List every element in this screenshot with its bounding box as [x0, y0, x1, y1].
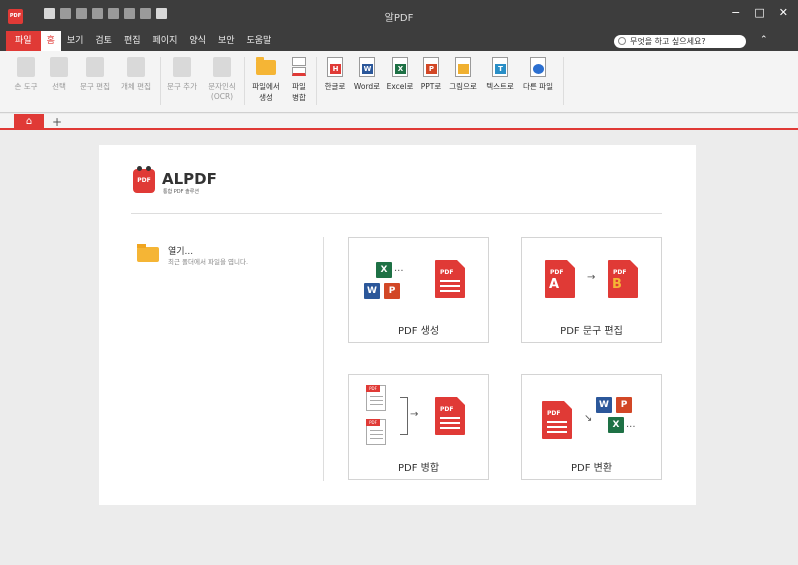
add-text-button[interactable]: 문구 추가: [164, 57, 200, 92]
hand-icon: [17, 57, 35, 77]
text-file-icon: T: [492, 57, 508, 77]
search-icon: [618, 37, 626, 45]
pdf-convert-label: PDF 변환: [570, 463, 613, 474]
pdf-convert-tile[interactable]: PDF ↘ W P X ... PDF 변환: [521, 374, 662, 480]
pdf-text-edit-tile[interactable]: PDF A → PDF B PDF 문구 편집: [521, 237, 662, 343]
convert-to-word-button[interactable]: W Word로: [351, 57, 383, 92]
pdf-create-label: PDF 생성: [397, 326, 440, 337]
pdf-merge-label: PDF 병합: [397, 463, 440, 474]
pdf-file-icon: PDF A: [545, 260, 575, 298]
divider: [131, 213, 662, 214]
start-page: PDF ALPDF 통합 PDF 솔루션 열기... 최근 폴더에서 파일을 엽…: [99, 145, 696, 505]
menu-edit[interactable]: 편집: [118, 31, 147, 51]
open-file-link[interactable]: 열기... 최근 폴더에서 파일을 엽니다.: [135, 241, 305, 271]
search-input[interactable]: 무엇을 하고 싶으세요?: [614, 35, 746, 48]
ribbon-toolbar: 손 도구 선택 문구 편집 개체 편집 문구 추가 문자인식 (OCR) 파일에…: [0, 51, 798, 113]
arrow-down-right-icon: ↘: [584, 413, 593, 424]
add-text-icon: [173, 57, 191, 77]
word-file-icon: W: [359, 57, 375, 77]
arrow-right-icon: →: [587, 272, 596, 283]
other-file-icon: [530, 57, 546, 77]
menu-home[interactable]: 홈: [40, 31, 61, 51]
pdf-file-icon: PDF: [542, 401, 572, 439]
minimize-button[interactable]: −: [731, 6, 740, 19]
alpdf-logo-icon: PDF: [133, 166, 155, 193]
select-button[interactable]: 선택: [48, 57, 70, 92]
powerpoint-icon: P: [616, 397, 632, 413]
collapse-ribbon-button[interactable]: ⌃: [760, 35, 768, 45]
search-placeholder: 무엇을 하고 싶으세요?: [630, 37, 706, 46]
object-edit-icon: [127, 57, 145, 77]
convert-to-hangul-button[interactable]: H 한글로: [320, 57, 350, 92]
pdf-merge-tile[interactable]: PDF PDF → PDF PDF 병합: [348, 374, 489, 480]
document-tab-strip: ⌂ +: [0, 114, 798, 130]
menu-bar: 파일 홈 보기 검토 편집 페이지 양식 보안 도움말 무엇을 하고 싶으세요?…: [0, 31, 798, 51]
convert-to-text-button[interactable]: T 텍스트로: [482, 57, 518, 92]
title-bar: PDF 알PDF − □ ✕: [0, 0, 798, 31]
menu-page[interactable]: 페이지: [147, 31, 184, 51]
merge-icon: [290, 57, 308, 77]
menu-review[interactable]: 검토: [89, 31, 118, 51]
ribbon-separator: [244, 57, 245, 105]
pdf-create-tile[interactable]: X ... W P PDF PDF 생성: [348, 237, 489, 343]
open-subtitle: 최근 폴더에서 파일을 엽니다.: [168, 258, 249, 266]
excel-icon: X: [376, 262, 392, 278]
pdf-file-icon: PDF: [435, 260, 465, 298]
menu-file[interactable]: 파일: [6, 31, 41, 51]
menu-form[interactable]: 양식: [183, 31, 212, 51]
maximize-button[interactable]: □: [754, 6, 764, 19]
ribbon-separator: [316, 57, 317, 105]
menu-help[interactable]: 도움말: [241, 31, 278, 51]
folder-icon: [256, 57, 276, 75]
text-edit-button[interactable]: 문구 편집: [77, 57, 113, 92]
object-edit-button[interactable]: 개체 편집: [117, 57, 155, 92]
close-button[interactable]: ✕: [779, 6, 788, 19]
convert-to-other-button[interactable]: 다른 파일: [520, 57, 556, 92]
brand: PDF ALPDF 통합 PDF 솔루션: [133, 166, 333, 199]
hangul-file-icon: H: [327, 57, 343, 77]
convert-to-excel-button[interactable]: X Excel로: [385, 57, 415, 92]
document-icon: PDF: [366, 419, 386, 445]
document-icon: PDF: [366, 385, 386, 411]
arrow-right-icon: →: [410, 409, 419, 420]
ppt-file-icon: P: [423, 57, 439, 77]
powerpoint-icon: P: [384, 283, 400, 299]
pdf-file-icon: PDF: [435, 397, 465, 435]
pdf-text-edit-label: PDF 문구 편집: [560, 326, 623, 337]
menu-view[interactable]: 보기: [61, 31, 90, 51]
brand-name: ALPDF: [162, 170, 217, 188]
text-edit-icon: [86, 57, 104, 77]
convert-to-ppt-button[interactable]: P PPT로: [417, 57, 445, 92]
image-file-icon: [455, 57, 471, 77]
merge-files-button[interactable]: 파일 병합: [287, 57, 311, 103]
new-tab-button[interactable]: +: [52, 114, 62, 130]
convert-to-image-button[interactable]: 그림으로: [446, 57, 480, 92]
ocr-icon: [213, 57, 231, 77]
window-title: 알PDF: [384, 13, 414, 24]
excel-file-icon: X: [392, 57, 408, 77]
divider: [323, 237, 324, 481]
folder-icon: [137, 244, 159, 262]
word-icon: W: [596, 397, 612, 413]
pdf-file-icon: PDF B: [608, 260, 638, 298]
ocr-button[interactable]: 문자인식 (OCR): [203, 57, 241, 101]
merge-bracket: [400, 397, 408, 435]
select-icon: [50, 57, 68, 77]
home-tab[interactable]: ⌂: [14, 114, 44, 130]
menu-security[interactable]: 보안: [212, 31, 241, 51]
word-icon: W: [364, 283, 380, 299]
excel-icon: X: [608, 417, 624, 433]
hand-tool-button[interactable]: 손 도구: [14, 57, 38, 92]
ribbon-separator: [160, 57, 161, 105]
ribbon-separator: [563, 57, 564, 105]
brand-subtitle: 통합 PDF 솔루션: [163, 189, 199, 195]
create-from-file-button[interactable]: 파일에서 생성: [248, 57, 284, 103]
